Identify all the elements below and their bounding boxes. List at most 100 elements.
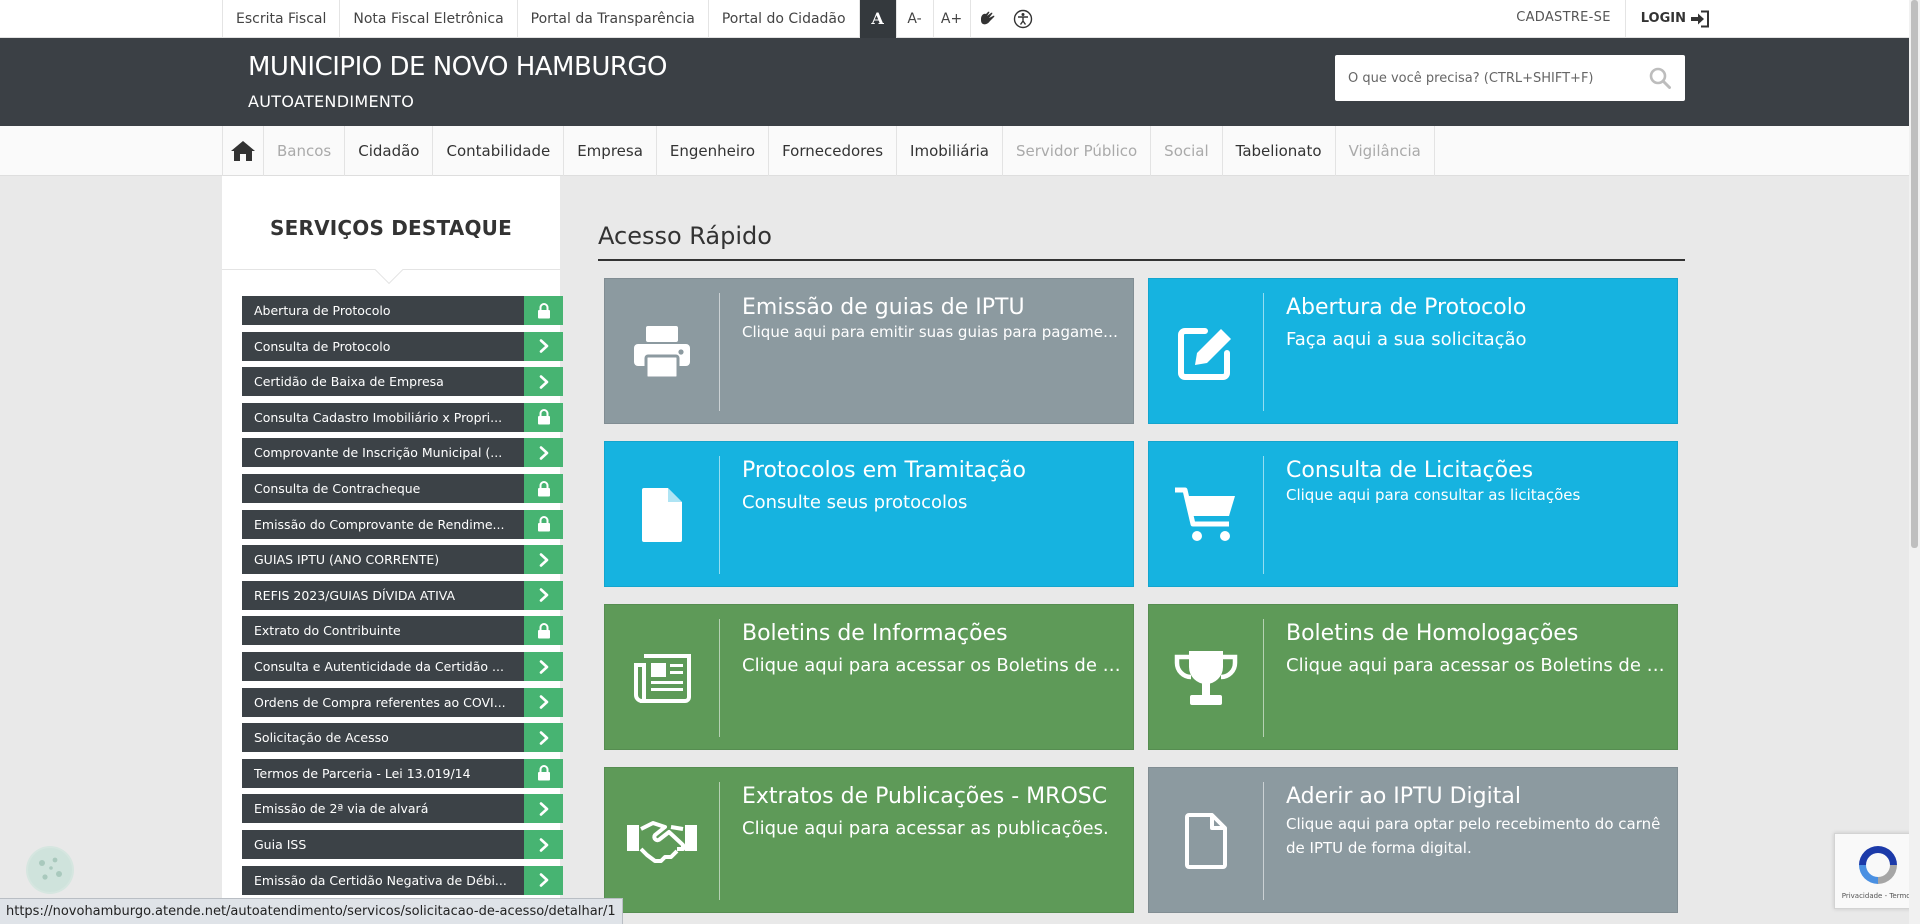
search-input[interactable] xyxy=(1335,55,1635,101)
recaptcha-badge[interactable]: Privacidade - Termos xyxy=(1834,833,1920,909)
nav-imobiliaria[interactable]: Imobiliária xyxy=(897,126,1003,176)
tile-description: Clique aqui para consultar as licitações xyxy=(1286,486,1581,504)
home-icon[interactable] xyxy=(222,126,264,176)
chevron-right-icon xyxy=(524,830,563,859)
tile-description: Consulte seus protocolos xyxy=(742,492,968,513)
cookie-icon[interactable] xyxy=(26,846,74,894)
nav-bancos[interactable]: Bancos xyxy=(264,126,346,176)
chevron-right-icon xyxy=(524,367,563,397)
link-portal-cidadao[interactable]: Portal do Cidadão xyxy=(709,0,860,38)
link-portal-transparencia[interactable]: Portal da Transparência xyxy=(518,0,709,38)
quick-access-tile[interactable]: Emissão de guias de IPTU Clique aqui para… xyxy=(604,278,1134,424)
service-item[interactable]: Consulta Cadastro Imobiliário x Propri..… xyxy=(242,402,563,432)
service-item-label: Extrato do Contribuinte xyxy=(242,616,524,646)
accessibility-icon[interactable] xyxy=(1006,0,1041,38)
tile-divider xyxy=(719,456,720,574)
nav-social[interactable]: Social xyxy=(1151,126,1223,176)
top-links: Escrita Fiscal Nota Fiscal Eletrônica Po… xyxy=(222,0,1041,38)
service-item[interactable]: Comprovante de Inscrição Municipal (... xyxy=(242,438,563,468)
service-item[interactable]: Consulta e Autenticidade da Certidão ... xyxy=(242,652,563,681)
service-item[interactable]: Extrato do Contribuinte xyxy=(242,616,563,646)
font-decrease-button[interactable]: A- xyxy=(897,0,934,38)
cart-icon xyxy=(1149,442,1263,588)
recaptcha-text[interactable]: Privacidade - Termos xyxy=(1835,892,1920,900)
nav-fornecedores[interactable]: Fornecedores xyxy=(769,126,898,176)
font-increase-button[interactable]: A+ xyxy=(934,0,971,38)
service-item[interactable]: Ordens de Compra referentes ao COVI... xyxy=(242,687,563,717)
tile-description: Clique aqui para acessar os Boletins de … xyxy=(1286,655,1665,676)
signup-link[interactable]: CADASTRE-SE xyxy=(1502,0,1626,38)
newspaper-icon xyxy=(605,605,719,751)
nav-tabelionato[interactable]: Tabelionato xyxy=(1223,126,1336,176)
nav-empresa[interactable]: Empresa xyxy=(564,126,657,176)
service-item-label: Comprovante de Inscrição Municipal (... xyxy=(242,438,524,468)
lock-icon xyxy=(524,616,563,646)
quick-access-tile[interactable]: Extratos de Publicações - MROSC Clique aq… xyxy=(604,767,1134,913)
tile-divider xyxy=(719,619,720,737)
quick-access-tile[interactable]: Protocolos em Tramitação Consulte seus pr… xyxy=(604,441,1134,587)
scrollbar-thumb[interactable] xyxy=(1911,0,1918,548)
service-item[interactable]: Emissão de 2ª via de alvará xyxy=(242,794,563,824)
site-header: MUNICIPIO DE NOVO HAMBURGO AUTOATENDIMEN… xyxy=(0,38,1909,126)
tile-divider xyxy=(1263,456,1264,574)
service-item[interactable]: Emissão do Comprovante de Rendime... xyxy=(242,509,563,539)
link-escrita-fiscal[interactable]: Escrita Fiscal xyxy=(222,0,341,38)
tile-divider xyxy=(1263,619,1264,737)
service-item[interactable]: Consulta de Protocolo xyxy=(242,331,563,361)
service-item[interactable]: Solicitação de Acesso xyxy=(242,723,563,753)
chevron-right-icon xyxy=(524,794,563,824)
service-item-label: Consulta de Protocolo xyxy=(242,331,524,361)
service-item[interactable]: Consulta de Contracheque xyxy=(242,474,563,503)
service-item-label: Consulta Cadastro Imobiliário x Propri..… xyxy=(242,402,524,432)
tile-divider xyxy=(1263,782,1264,900)
quick-access-tile[interactable]: Consulta de Licitações Clique aqui para c… xyxy=(1148,441,1678,587)
service-item[interactable]: REFIS 2023/GUIAS DÍVIDA ATIVA xyxy=(242,580,563,610)
tile-description: Faça aqui a sua solicitação xyxy=(1286,329,1527,350)
quick-access-title: Acesso Rápido xyxy=(598,222,772,250)
nav-contabilidade[interactable]: Contabilidade xyxy=(433,126,565,176)
link-nota-fiscal[interactable]: Nota Fiscal Eletrônica xyxy=(340,0,518,38)
service-item-label: Emissão de 2ª via de alvará xyxy=(242,794,524,824)
service-item-label: Termos de Parceria - Lei 13.019/14 xyxy=(242,758,524,788)
font-normal-button[interactable]: A xyxy=(859,0,897,38)
chevron-right-icon xyxy=(524,652,563,681)
tile-description: Clique aqui para optar pelo recebimento … xyxy=(1286,815,1661,857)
tile-title: Boletins de Informações xyxy=(742,621,1008,646)
tile-divider xyxy=(1263,293,1264,411)
title-divider xyxy=(598,259,1685,261)
printer-icon xyxy=(605,279,719,425)
quick-access-tile[interactable]: Abertura de Protocolo Faça aqui a sua sol… xyxy=(1148,278,1678,424)
quick-access-tile[interactable]: Aderir ao IPTU Digital Clique aqui para o… xyxy=(1148,767,1678,913)
tile-divider xyxy=(719,782,720,900)
service-item[interactable]: Certidão de Baixa de Empresa xyxy=(242,367,563,397)
recaptcha-icon xyxy=(1859,846,1897,884)
nav-vigilancia[interactable]: Vigilância xyxy=(1336,126,1435,176)
nav-cidadao[interactable]: Cidadão xyxy=(345,126,434,176)
search-box xyxy=(1335,55,1685,101)
chevron-right-icon xyxy=(524,687,563,717)
sidebar-title: SERVIÇOS DESTAQUE xyxy=(270,216,512,240)
service-item[interactable]: Abertura de Protocolo xyxy=(242,296,563,325)
search-icon[interactable] xyxy=(1649,67,1671,89)
service-item[interactable]: GUIAS IPTU (ANO CORRENTE) xyxy=(242,545,563,575)
site-title[interactable]: MUNICIPIO DE NOVO HAMBURGO xyxy=(248,52,668,82)
tile-description: Clique aqui para acessar as publicações. xyxy=(742,818,1109,839)
login-link[interactable]: LOGIN xyxy=(1626,0,1710,38)
login-label: LOGIN xyxy=(1640,11,1686,26)
quick-access-tile[interactable]: Boletins de Informações Clique aqui para … xyxy=(604,604,1134,750)
nav-items: Bancos Cidadão Contabilidade Empresa Eng… xyxy=(222,126,1435,176)
tile-description: Clique aqui para emitir suas guias para … xyxy=(742,323,1121,341)
nav-servidor-publico[interactable]: Servidor Público xyxy=(1003,126,1152,176)
service-item-label: Consulta de Contracheque xyxy=(242,474,524,503)
service-item[interactable]: Termos de Parceria - Lei 13.019/14 xyxy=(242,758,563,788)
service-item[interactable]: Guia ISS xyxy=(242,830,563,859)
service-item[interactable]: Emissão da Certidão Negativa de Débi... xyxy=(242,865,563,895)
chevron-right-icon xyxy=(524,331,563,361)
sign-language-icon[interactable] xyxy=(971,0,1006,38)
login-icon xyxy=(1691,10,1709,28)
quick-access-tile[interactable]: Boletins de Homologações Clique aqui para… xyxy=(1148,604,1678,750)
site-subtitle: AUTOATENDIMENTO xyxy=(248,92,415,111)
service-item-label: Emissão da Certidão Negativa de Débi... xyxy=(242,865,524,895)
nav-engenheiro[interactable]: Engenheiro xyxy=(657,126,770,176)
service-item-label: REFIS 2023/GUIAS DÍVIDA ATIVA xyxy=(242,580,524,610)
